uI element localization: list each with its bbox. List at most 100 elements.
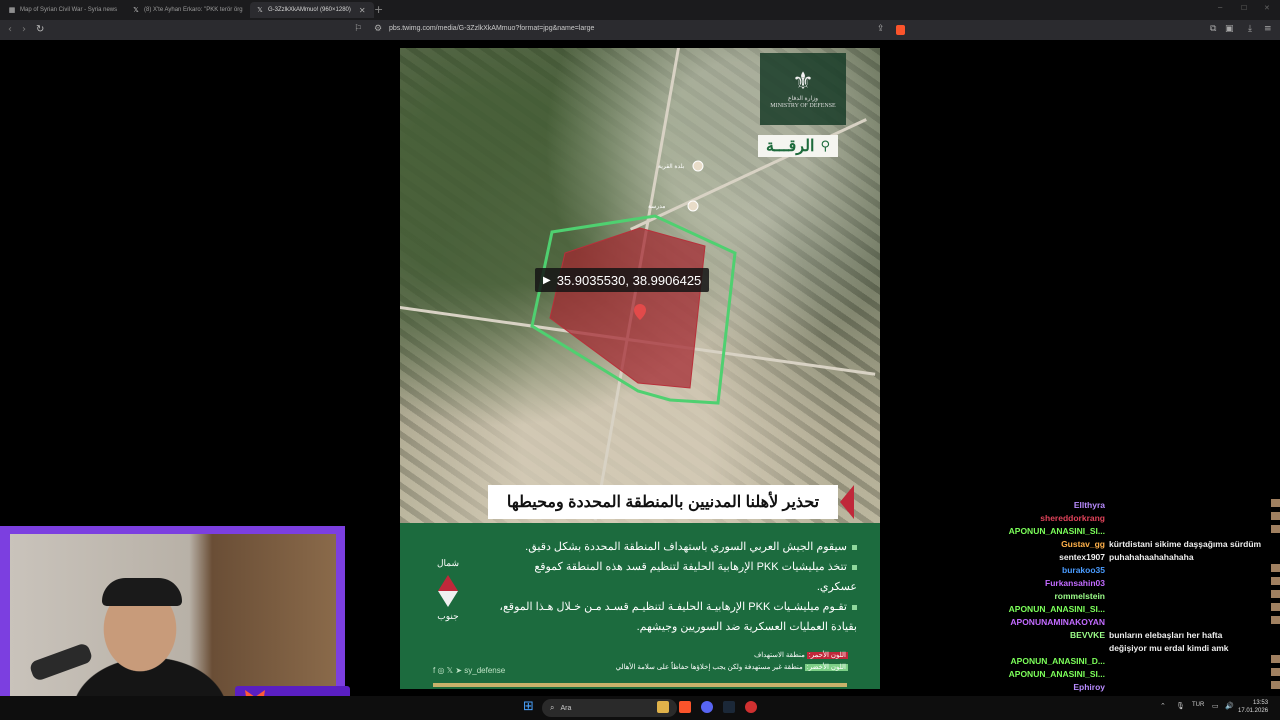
chat-message-text: kürtdistani sikime daşşağıma sürdüm bbox=[1109, 539, 1262, 549]
chat-username[interactable] bbox=[985, 642, 1109, 655]
chat-username[interactable]: Gustav_gg bbox=[985, 538, 1109, 551]
compass-north-label: شمال bbox=[436, 558, 460, 568]
legend-green: اللون الأخضر: منطقة غير مستهدفة ولكن يجب… bbox=[615, 664, 848, 671]
play-icon: ▶ bbox=[543, 274, 551, 286]
language-indicator[interactable]: TUR bbox=[1192, 702, 1204, 708]
close-window-icon[interactable]: ✕ bbox=[1264, 4, 1270, 12]
chat-username[interactable]: Ellthyra bbox=[985, 499, 1109, 512]
chat-message: BEVVKE bunların elebaşları her hafta bbox=[985, 629, 1280, 642]
village-marker bbox=[692, 160, 704, 172]
windows-start-icon[interactable]: ⊞ bbox=[523, 700, 535, 713]
chat-message: değişiyor mu erdal kimdi amk bbox=[985, 642, 1280, 655]
map-icon: ▦ bbox=[8, 6, 16, 14]
chat-message-text: bunların elebaşları her hafta bbox=[1109, 630, 1223, 640]
chat-message: Ephiroy bbox=[985, 681, 1280, 694]
url-input[interactable]: pbs.twimg.com/media/G-3ZzlkXkAMmuo?forma… bbox=[389, 25, 594, 32]
chat-message-text bbox=[1109, 564, 1271, 577]
discord-icon[interactable] bbox=[701, 701, 713, 713]
location-label: الرقـــة ⚲ bbox=[758, 135, 838, 157]
gold-divider bbox=[433, 683, 847, 687]
chat-username[interactable]: Ephiroy bbox=[985, 681, 1109, 694]
obs-icon[interactable] bbox=[745, 701, 757, 713]
streamer-cap bbox=[102, 578, 182, 606]
chat-message-text bbox=[1109, 499, 1271, 512]
ministry-logo: ⚜ وزارة الدفاع MINISTRY OF DEFENSE bbox=[760, 53, 846, 125]
brave-shield-icon[interactable] bbox=[896, 25, 905, 35]
chat-message-text bbox=[1109, 525, 1271, 538]
chat-username[interactable]: APONUNAMINAKOYAN bbox=[985, 616, 1109, 629]
chat-overlay: Ellthyra shereddorkrang APONUN_ANASINI_SI.… bbox=[985, 499, 1280, 699]
chat-emote-icon bbox=[1271, 655, 1280, 663]
tab-syria-map[interactable]: ▦ Map of Syrian Civil War - Syria news bbox=[2, 2, 126, 18]
tab-x-post[interactable]: 𝕏 (8) X'te Ayhan Erkaro: "PKK terör örg bbox=[126, 2, 252, 18]
chat-message: Gustav_gg kürtdistani sikime daşşağıma sü… bbox=[985, 538, 1280, 551]
tab-label: (8) X'te Ayhan Erkaro: "PKK terör örg bbox=[144, 7, 243, 13]
chat-message-text bbox=[1109, 512, 1271, 525]
chat-username[interactable]: APONUN_ANASINI_D... bbox=[985, 655, 1109, 668]
chat-username[interactable]: burakoo35 bbox=[985, 564, 1109, 577]
mic-tray-icon[interactable]: 🎙 bbox=[1176, 702, 1185, 710]
chat-username[interactable]: sentex1907 bbox=[985, 551, 1109, 564]
search-placeholder: Ara bbox=[560, 704, 572, 712]
chat-emote-icon bbox=[1271, 616, 1280, 624]
reload-icon[interactable]: ↻ bbox=[36, 24, 44, 35]
tray-chevron-icon[interactable]: ⌃ bbox=[1160, 702, 1166, 710]
social-icons: f ◎ 𝕏 ➤ bbox=[433, 666, 465, 675]
brave-browser-icon[interactable] bbox=[679, 701, 691, 713]
chat-username[interactable]: shereddorkrang bbox=[985, 512, 1109, 525]
microphone bbox=[28, 642, 94, 682]
chat-message: shereddorkrang bbox=[985, 512, 1280, 525]
chat-emote-icon bbox=[1271, 525, 1280, 533]
bookmark-icon[interactable]: ⚐ bbox=[354, 24, 362, 34]
chat-username[interactable]: rommelstein bbox=[985, 590, 1109, 603]
warning-headline: تحذير لأهلنا المدنيين بالمنطقة المحددة و… bbox=[488, 485, 838, 519]
chat-username[interactable]: APONUN_ANASINI_SI... bbox=[985, 668, 1109, 681]
chat-message: rommelstein bbox=[985, 590, 1280, 603]
webcam-overlay: purplebird bbox=[0, 526, 350, 720]
compass-south-label: جنوب bbox=[437, 611, 459, 621]
headline-accent bbox=[840, 485, 854, 519]
warning-panel: سيقوم الجيش العربي السوري باستهداف المنط… bbox=[400, 523, 880, 689]
chat-message-text bbox=[1109, 590, 1271, 603]
taskbar-clock[interactable]: 13:53 17.01.2026 bbox=[1238, 699, 1268, 715]
maximize-icon[interactable]: ☐ bbox=[1241, 4, 1247, 12]
chat-message: APONUN_ANASINI_SI... bbox=[985, 668, 1280, 681]
chat-message-text: değişiyor mu erdal kimdi amk bbox=[1109, 643, 1229, 653]
steam-icon[interactable] bbox=[723, 701, 735, 713]
location-pin-icon: ⚲ bbox=[820, 138, 830, 154]
chat-username[interactable]: BEVVKE bbox=[985, 629, 1109, 642]
village-marker bbox=[687, 200, 699, 212]
eagle-emblem-icon: ⚜ bbox=[792, 67, 814, 95]
poster-image[interactable]: بلدة القرية مدرسة ⚜ وزارة الدفاع MINISTR… bbox=[400, 48, 880, 689]
menu-icon[interactable]: ≡ bbox=[1264, 24, 1272, 34]
chat-message: APONUN_ANASINI_D... bbox=[985, 655, 1280, 668]
chat-username[interactable]: APONUN_ANASINI_SI... bbox=[985, 603, 1109, 616]
download-icon[interactable]: ⤓ bbox=[1248, 24, 1252, 34]
bullet-item: تتخذ ميليشيات PKK الإرهابية الحليفة لتنظ… bbox=[534, 561, 857, 593]
close-tab-icon[interactable]: ✕ bbox=[359, 6, 366, 15]
file-explorer-icon[interactable] bbox=[657, 701, 669, 713]
chat-username[interactable]: Furkansahin03 bbox=[985, 577, 1109, 590]
chat-emote-icon bbox=[1271, 603, 1280, 611]
new-tab-button[interactable]: + bbox=[374, 3, 383, 16]
share-icon[interactable]: ⇪ bbox=[877, 24, 885, 34]
chat-message: APONUN_ANASINI_SI... bbox=[985, 603, 1280, 616]
network-icon[interactable]: ▭ bbox=[1212, 702, 1219, 710]
compass-needle-tail bbox=[438, 591, 458, 607]
forward-icon[interactable]: › bbox=[22, 24, 26, 35]
extensions-icon[interactable]: ⧉ bbox=[1210, 24, 1216, 34]
legend-red: اللون الأحمر: منطقة الاستهداف bbox=[753, 652, 848, 659]
tab-image[interactable]: 𝕏 G-3ZzlkXkAMmuo! (960×1280) ✕ bbox=[250, 2, 374, 18]
ministry-name-ar: وزارة الدفاع bbox=[787, 96, 819, 102]
chat-emote-icon bbox=[1271, 499, 1280, 507]
back-icon[interactable]: ‹ bbox=[8, 24, 12, 35]
site-info-icon[interactable]: ⚙ bbox=[374, 24, 382, 34]
chat-emote-icon bbox=[1271, 577, 1280, 585]
chat-username[interactable]: APONUN_ANASINI_SI... bbox=[985, 525, 1109, 538]
chat-emote-icon bbox=[1271, 681, 1280, 689]
clock-date: 17.01.2026 bbox=[1238, 708, 1269, 714]
sidebar-icon[interactable]: ▣ bbox=[1225, 24, 1234, 34]
volume-icon[interactable]: 🔊 bbox=[1225, 702, 1234, 710]
minimize-icon[interactable]: ─ bbox=[1218, 4, 1222, 12]
chat-message-text bbox=[1109, 603, 1271, 616]
